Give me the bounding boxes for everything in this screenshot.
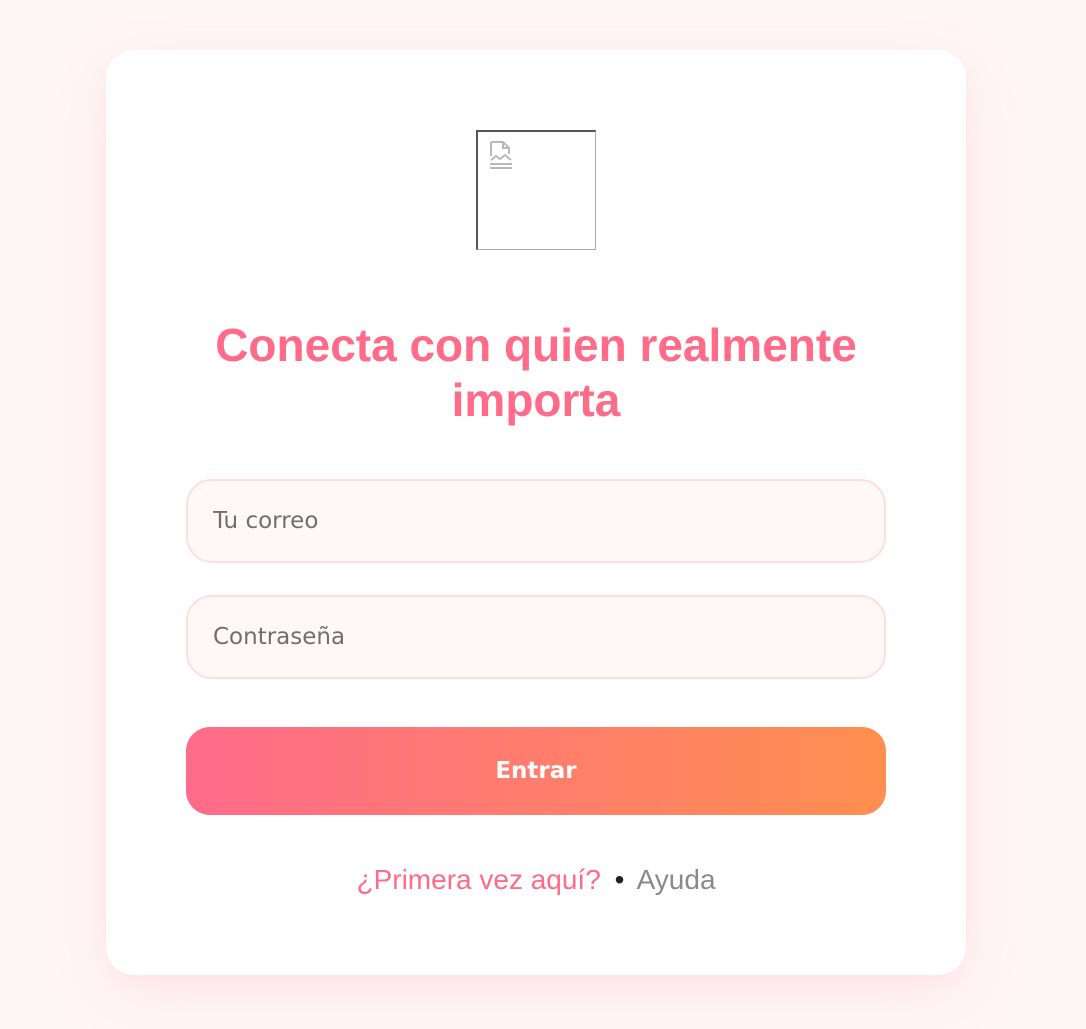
page-title: Conecta con quien realmente importa — [215, 319, 857, 426]
password-field[interactable] — [186, 595, 886, 679]
footer-links: ¿Primera vez aquí? • Ayuda — [106, 860, 966, 900]
link-separator: • — [614, 864, 625, 895]
email-field[interactable] — [186, 479, 886, 563]
login-button[interactable]: Entrar — [186, 727, 886, 815]
broken-image-icon — [490, 141, 512, 169]
page-background: Conecta con quien realmente importa Entr… — [0, 0, 1086, 1029]
login-card: Conecta con quien realmente importa Entr… — [106, 50, 966, 975]
help-link[interactable]: Ayuda — [637, 864, 716, 895]
logo-image — [476, 130, 596, 250]
signup-link[interactable]: ¿Primera vez aquí? — [356, 864, 600, 895]
